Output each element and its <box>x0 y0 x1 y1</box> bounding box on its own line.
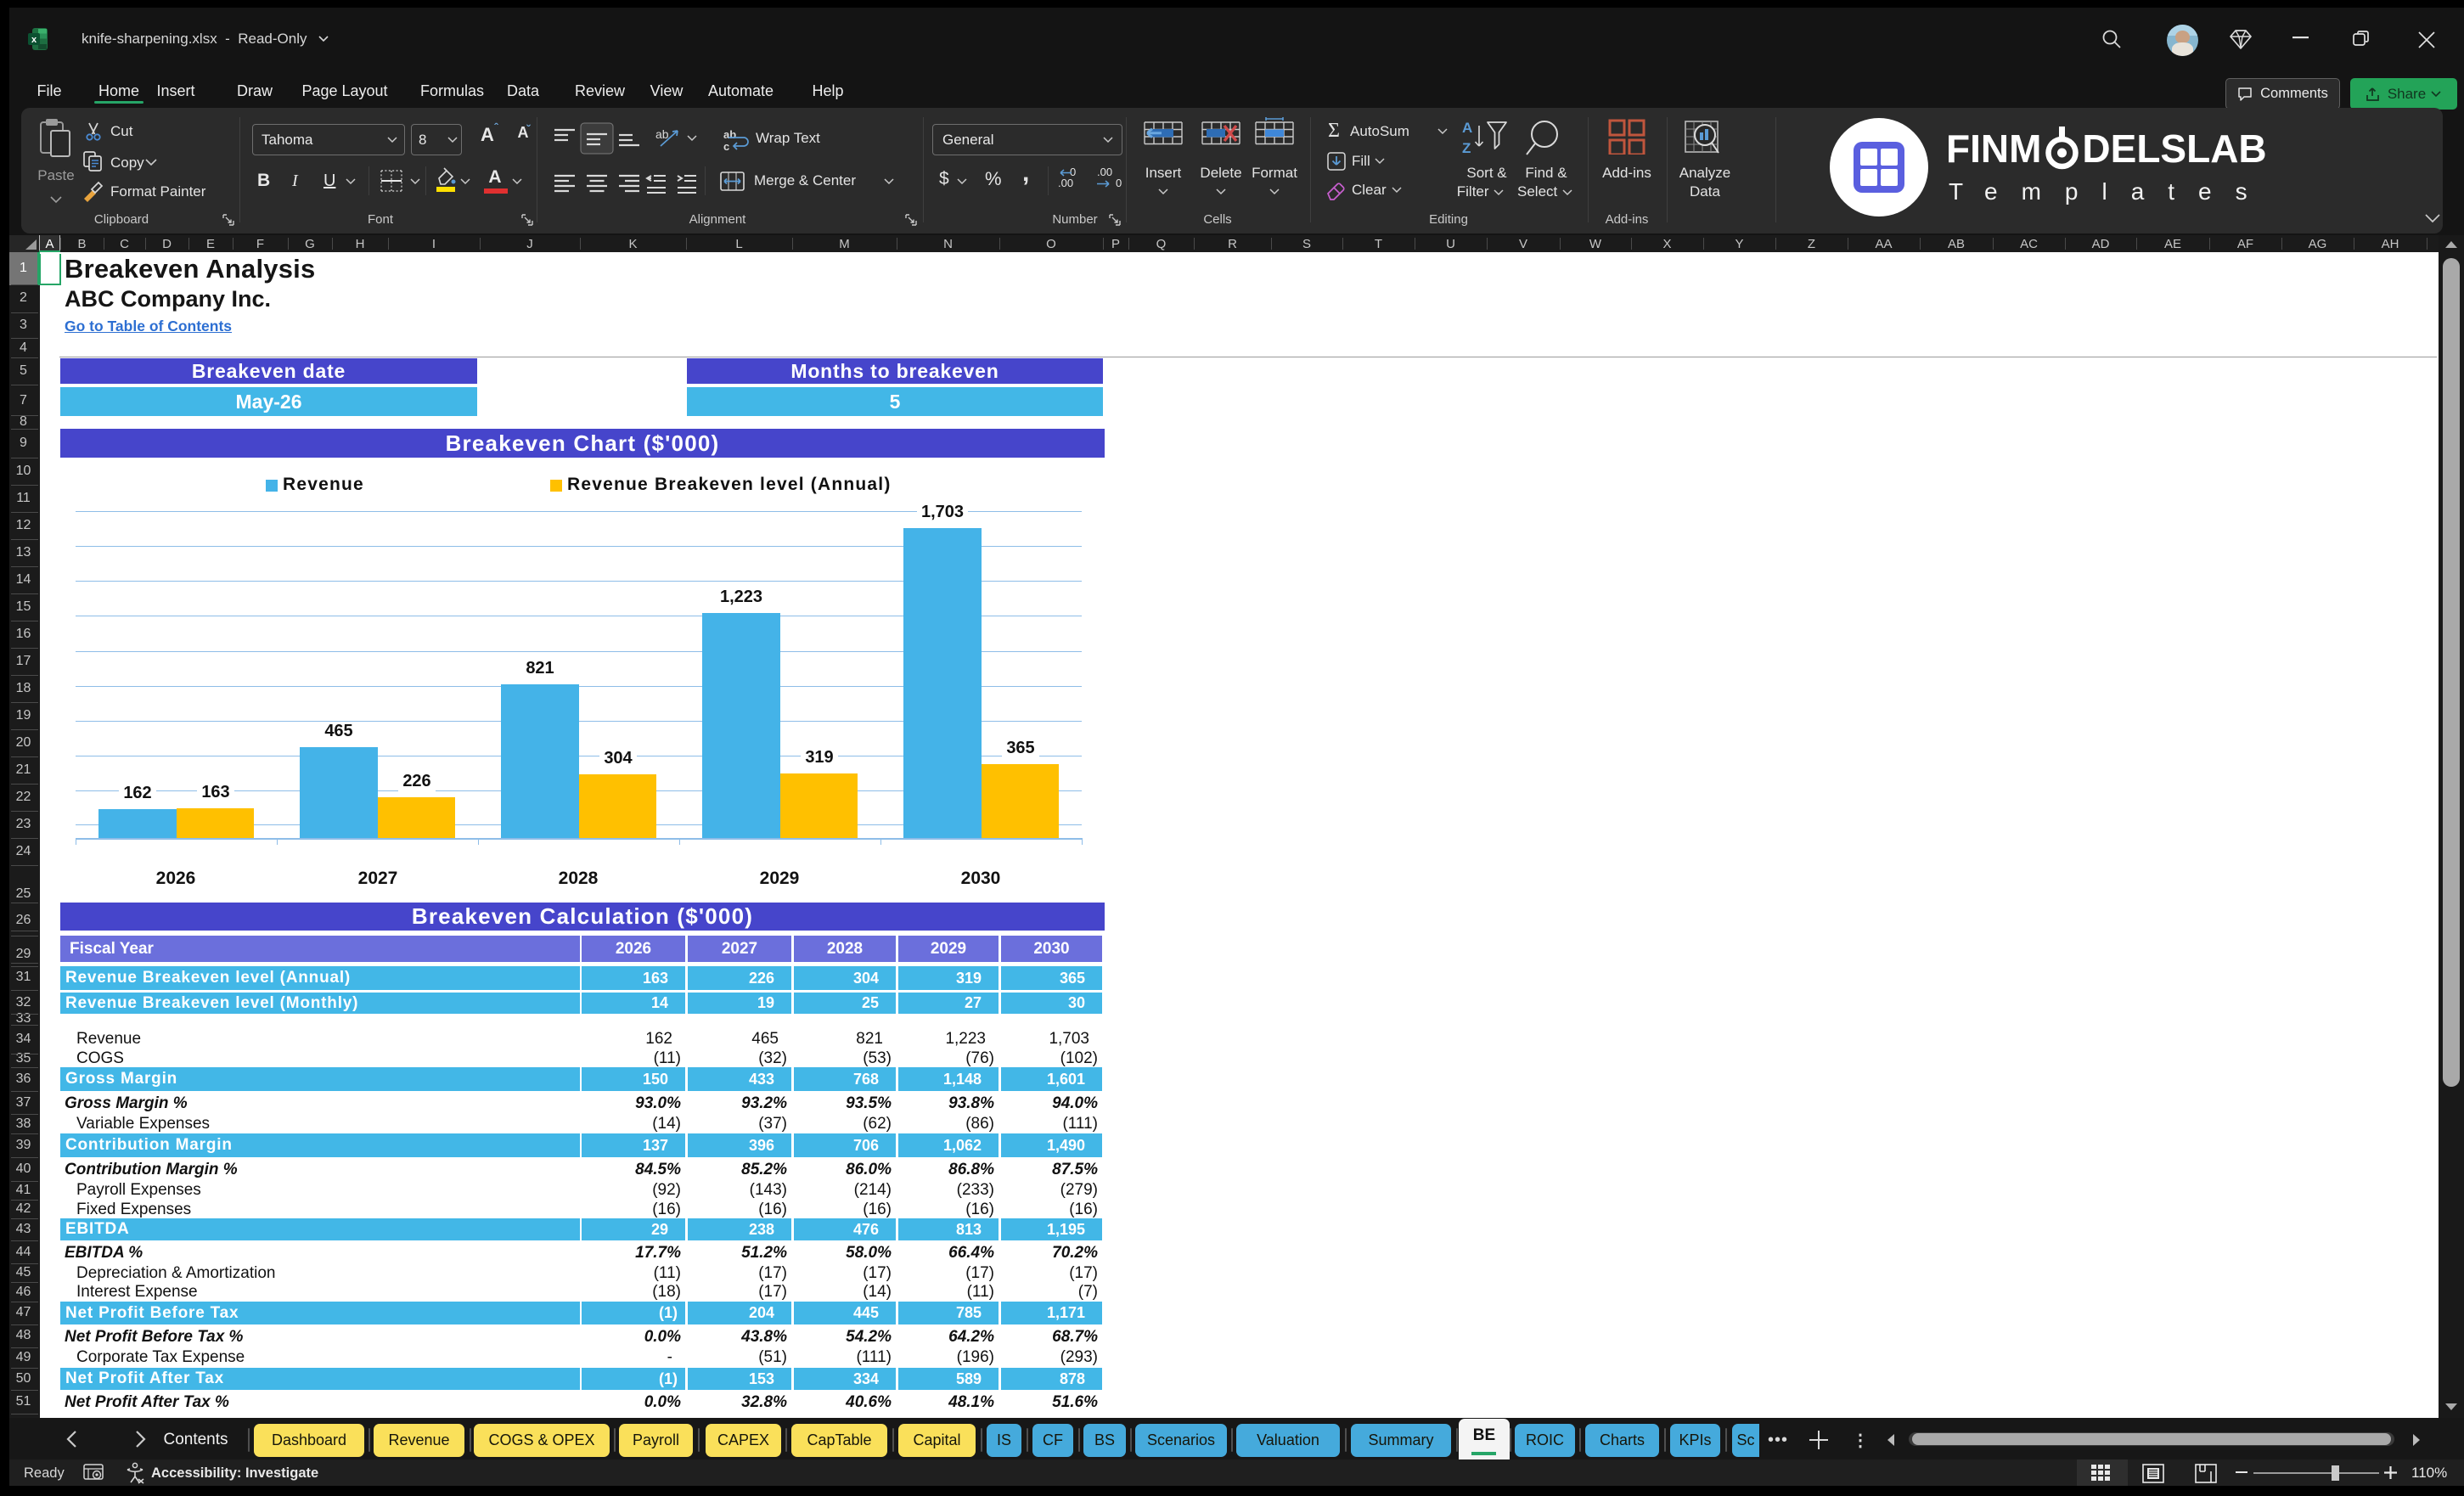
svg-text:A: A <box>1462 120 1472 136</box>
svg-text:c: c <box>723 140 729 153</box>
svg-text:ab: ab <box>723 128 736 141</box>
svg-text:Z: Z <box>1462 140 1471 156</box>
svg-text:ab: ab <box>655 127 669 141</box>
svg-text:x: x <box>31 35 37 45</box>
